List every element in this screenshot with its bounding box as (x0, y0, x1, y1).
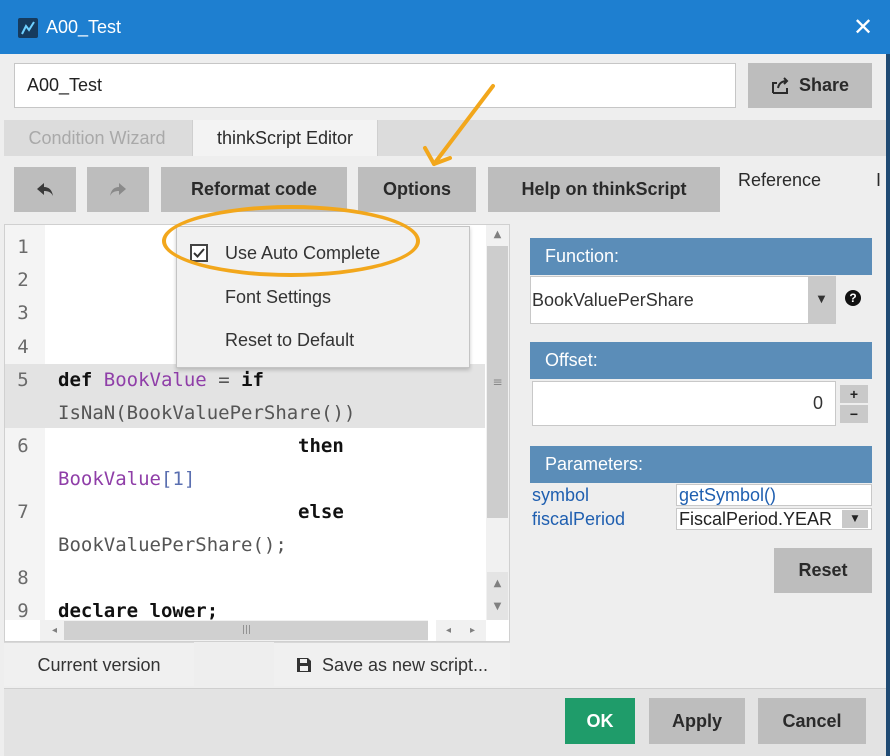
line-number: 5 (17, 369, 29, 391)
grip-icon: ||| (241, 625, 252, 635)
grip-icon: ≡ (492, 375, 503, 389)
current-version-dropdown[interactable]: Current version (4, 642, 194, 686)
menu-item-font-settings[interactable]: Font Settings (225, 287, 331, 308)
cancel-button[interactable]: Cancel (758, 698, 866, 744)
annotation-arrow-icon (423, 84, 495, 166)
offset-decrement-button[interactable]: − (840, 405, 868, 423)
function-header: Function: (530, 238, 872, 275)
code-line-6-continued: BookValue[1] (58, 468, 195, 490)
help-icon[interactable]: ? (845, 290, 861, 306)
line-number: 4 (17, 336, 29, 358)
code-operator: = (218, 369, 230, 391)
param-name-symbol: symbol (532, 485, 590, 505)
code-keyword-else: else (298, 501, 344, 523)
scroll-down-icon[interactable]: ▼ (487, 601, 508, 612)
code-identifier: BookValue (103, 369, 207, 391)
redo-icon (110, 182, 126, 196)
dropdown-arrow-icon[interactable]: ▼ (808, 277, 835, 323)
share-label: Share (798, 75, 850, 95)
scroll-up-icon[interactable]: ▲ (487, 229, 508, 240)
line-number: 6 (17, 435, 29, 457)
options-button[interactable]: Options (358, 167, 476, 212)
scroll-left-icon[interactable]: ◂ (44, 625, 65, 636)
undo-button[interactable] (14, 167, 76, 212)
offset-input[interactable]: 0 (532, 381, 836, 426)
code-keyword-then: then (298, 435, 344, 457)
menu-item-reset-to-default[interactable]: Reset to Default (225, 330, 354, 351)
line-number: 3 (17, 302, 29, 324)
annotation-ellipse (162, 205, 420, 277)
app-icon (18, 18, 38, 38)
ok-button[interactable]: OK (565, 698, 635, 744)
reset-button[interactable]: Reset (774, 548, 872, 593)
save-as-new-script-button[interactable]: Save as new script... (274, 642, 510, 686)
apply-button[interactable]: Apply (649, 698, 745, 744)
code-identifier: BookValue (58, 468, 161, 490)
window-title: A00_Test (46, 17, 122, 37)
code-line-5-continued: IsNaN(BookValuePerShare()) (58, 402, 356, 424)
tab-reference[interactable]: Reference (738, 170, 821, 191)
line-number: 1 (17, 236, 29, 258)
code-keyword: if (241, 369, 264, 391)
line-number: 9 (17, 600, 29, 622)
param-name-fiscal-period: fiscalPeriod (532, 509, 626, 529)
scroll-left-icon[interactable]: ◂ (438, 625, 459, 636)
save-icon (296, 657, 311, 672)
background-edge (886, 54, 890, 756)
code-keyword: def (58, 369, 93, 391)
undo-icon (37, 182, 53, 196)
tab-thinkscript-editor[interactable]: thinkScript Editor (192, 120, 378, 156)
title-bar: A00_Test ✕ (0, 0, 890, 54)
line-number: 2 (17, 269, 29, 291)
scroll-right-icon[interactable]: ▸ (462, 625, 483, 636)
share-icon (771, 76, 789, 94)
dialog-footer (4, 688, 886, 756)
tab-truncated[interactable]: I (876, 170, 881, 191)
tab-condition-wizard[interactable]: Condition Wizard (4, 120, 190, 156)
code-line-9: declare lower; (58, 600, 219, 622)
save-as-label: Save as new script... (321, 654, 489, 675)
redo-button[interactable] (87, 167, 149, 212)
code-line-5: def BookValue = if (58, 369, 264, 391)
param-value-symbol[interactable]: getSymbol() (676, 484, 872, 506)
line-number: 7 (17, 501, 29, 523)
parameters-header: Parameters: (530, 446, 872, 483)
dropdown-arrow-icon[interactable]: ▼ (842, 510, 868, 528)
script-name-input[interactable] (14, 63, 736, 108)
scroll-up-icon[interactable]: ▲ (487, 578, 508, 589)
help-on-thinkscript-button[interactable]: Help on thinkScript (488, 167, 720, 212)
code-index: [1] (160, 468, 196, 490)
offset-increment-button[interactable]: + (840, 385, 868, 403)
close-icon[interactable]: ✕ (848, 12, 878, 42)
function-select[interactable]: BookValuePerShare (530, 276, 836, 324)
share-button[interactable]: Share (748, 63, 872, 108)
offset-header: Offset: (530, 342, 872, 379)
line-number: 8 (17, 567, 29, 589)
code-line-7-continued: BookValuePerShare(); (58, 534, 287, 556)
